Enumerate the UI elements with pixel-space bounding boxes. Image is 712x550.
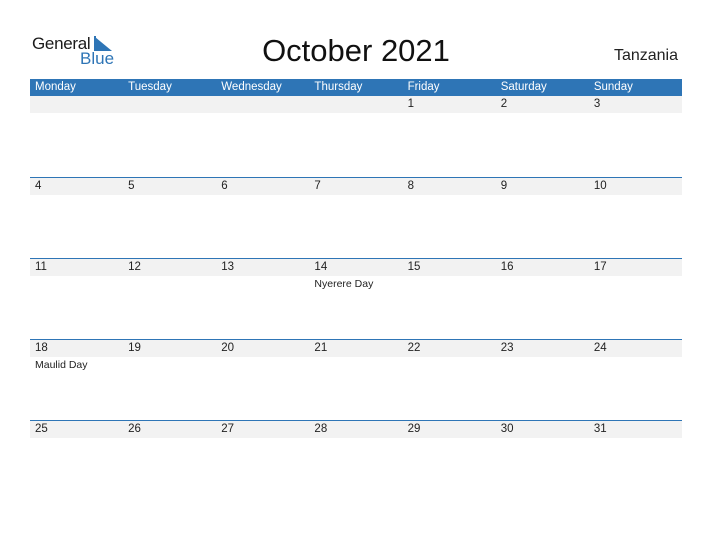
week-row: 25 26 27 28 29 30 31 [30, 420, 682, 501]
day-number [216, 96, 309, 113]
day-number: 24 [593, 342, 607, 354]
holiday-label [216, 113, 309, 115]
weekday-header: Monday Tuesday Wednesday Thursday Friday… [30, 79, 682, 96]
holiday-label [216, 276, 309, 290]
day-number: 30 [500, 423, 514, 435]
day-number: 4 [35, 180, 42, 192]
date-row: 18 19 20 21 22 23 24 [30, 340, 682, 357]
holiday-label [309, 113, 402, 115]
day-number: 26 [128, 423, 141, 435]
weekday-friday: Friday [407, 81, 440, 93]
holiday-row [30, 195, 682, 197]
day-number: 21 [314, 342, 328, 354]
country-label: Tanzania [613, 47, 678, 64]
holiday-label [589, 357, 682, 371]
holiday-label [309, 438, 402, 440]
holiday-label [496, 195, 589, 197]
calendar-title: October 2021 [262, 33, 450, 68]
holiday-label [123, 195, 216, 197]
day-number: 31 [593, 423, 607, 435]
day-number: 8 [407, 180, 414, 192]
day-number: 3 [593, 98, 601, 110]
holiday-label [496, 438, 589, 440]
weekday-wednesday: Wednesday [221, 81, 282, 93]
holiday-label [123, 113, 216, 115]
holiday-label [403, 438, 496, 440]
holiday-label [30, 195, 123, 197]
holiday-label [216, 438, 309, 440]
day-number: 1 [407, 98, 414, 110]
holiday-label [496, 276, 589, 290]
week-row: 1 2 3 [30, 96, 682, 177]
day-number [309, 96, 402, 113]
holiday-label [589, 113, 682, 115]
day-number: 14 [314, 261, 328, 273]
day-number: 10 [593, 180, 607, 192]
holiday-label [309, 357, 402, 371]
weekday-tuesday: Tuesday [128, 81, 172, 93]
holiday-label [30, 438, 123, 440]
holiday-label [403, 113, 496, 115]
holiday-label [123, 276, 216, 290]
day-number: 6 [221, 180, 228, 192]
day-number: 7 [314, 180, 321, 192]
holiday-label [30, 113, 123, 115]
calendar-grid: Monday Tuesday Wednesday Thursday Friday… [30, 79, 682, 501]
holiday-label [123, 357, 216, 371]
day-number: 2 [500, 98, 508, 110]
holiday-label [216, 195, 309, 197]
holiday-label [589, 276, 682, 290]
holiday-label: Nyerere Day [314, 278, 374, 290]
holiday-label [496, 113, 589, 115]
holiday-label [123, 438, 216, 440]
day-number: 23 [500, 342, 514, 354]
holiday-label [496, 357, 589, 371]
day-number: 15 [407, 261, 421, 273]
weekday-saturday: Saturday [500, 81, 547, 93]
holiday-label [589, 195, 682, 197]
day-number: 25 [35, 423, 48, 435]
holiday-label [403, 276, 496, 290]
day-number: 9 [500, 180, 508, 192]
day-number: 12 [128, 261, 141, 273]
day-number: 29 [407, 423, 421, 435]
day-number: 19 [128, 342, 141, 354]
holiday-label [216, 357, 309, 371]
day-number: 11 [35, 261, 47, 273]
week-row: 4 5 6 7 8 9 10 [30, 177, 682, 258]
day-number: 20 [221, 342, 235, 354]
holiday-label [403, 195, 496, 197]
holiday-row [30, 438, 682, 440]
holiday-label: Maulid Day [35, 359, 88, 371]
holiday-label [403, 357, 496, 371]
day-number: 5 [128, 180, 135, 192]
day-number: 27 [221, 423, 235, 435]
holiday-row [30, 113, 682, 115]
holiday-label [30, 276, 123, 290]
week-row: 18 19 20 21 22 23 24 Maulid Day [30, 339, 682, 420]
holiday-row: Maulid Day [30, 357, 682, 371]
day-number: 28 [314, 423, 328, 435]
holiday-row: Nyerere Day [30, 276, 682, 290]
date-row: 25 26 27 28 29 30 31 [30, 421, 682, 438]
week-row: 11 12 13 14 15 16 17 Nyerere Day [30, 258, 682, 339]
weekday-sunday: Sunday [593, 81, 633, 93]
holiday-label [309, 195, 402, 197]
day-number: 16 [500, 261, 514, 273]
day-number [30, 96, 123, 113]
date-row: 4 5 6 7 8 9 10 [30, 178, 682, 195]
day-number: 22 [407, 342, 421, 354]
holiday-label [589, 438, 682, 440]
date-row: 11 12 13 14 15 16 17 [30, 259, 682, 276]
day-number: 18 [35, 342, 48, 354]
weekday-monday: Monday [35, 81, 76, 93]
day-number [123, 96, 216, 113]
date-row: 1 2 3 [30, 96, 682, 113]
weekday-thursday: Thursday [314, 81, 363, 93]
day-number: 13 [221, 261, 235, 273]
day-number: 17 [593, 261, 607, 273]
